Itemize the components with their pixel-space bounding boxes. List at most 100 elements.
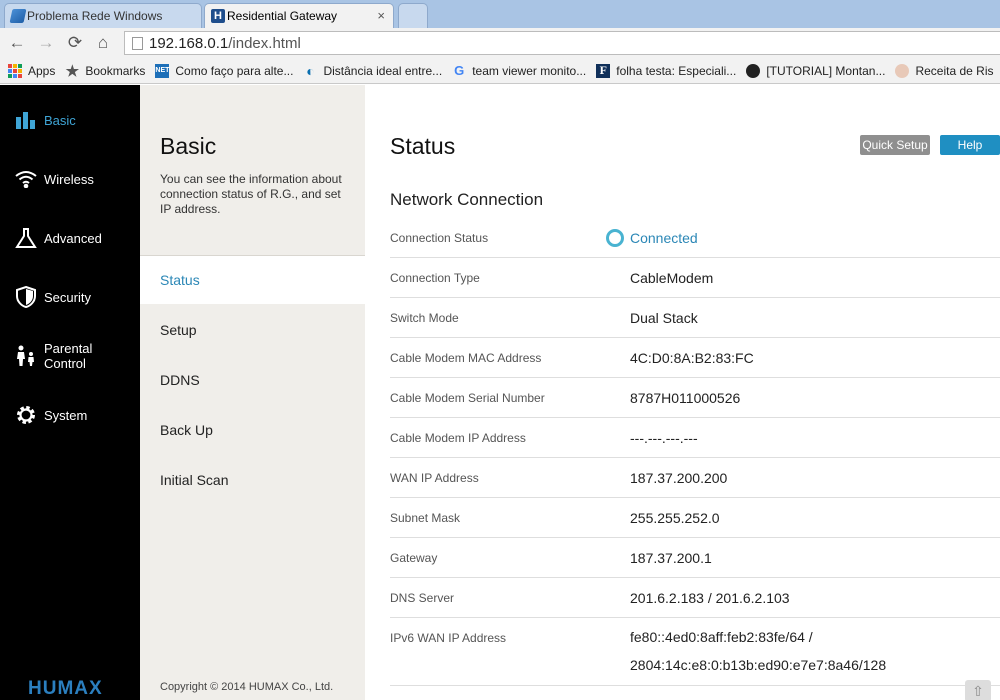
subnav-item-ddns[interactable]: DDNS	[140, 356, 365, 404]
status-ring-icon	[606, 229, 624, 247]
sidebar-item-basic[interactable]: Basic	[0, 98, 140, 142]
ipv6-value-line: 2804:14c:e8:0:b13b:ed90:e7e7:8a46/128	[630, 657, 887, 673]
subnav-item-back-up[interactable]: Back Up	[140, 406, 365, 454]
folha-favicon-icon: F	[596, 63, 611, 78]
wifi-icon	[14, 167, 38, 191]
home-icon[interactable]: ⌂	[93, 33, 113, 53]
bookmark-label: Apps	[28, 63, 56, 78]
table-row: Connection Status Connected	[390, 218, 1000, 258]
sidebar-item-label: Wireless	[44, 171, 94, 187]
bookmark-label: team viewer monito...	[472, 63, 587, 78]
browser-tab-strip: Problema Rede Windows H Residential Gate…	[0, 0, 1000, 28]
page-title: Status	[390, 133, 456, 159]
back-arrow-icon[interactable]: ←	[7, 33, 27, 53]
bookmark-bookmarks[interactable]: ★ Bookmarks	[65, 62, 146, 80]
sidebar-item-security[interactable]: Security	[0, 275, 140, 319]
row-value: 255.255.252.0	[630, 510, 720, 526]
quick-setup-button[interactable]: Quick Setup	[860, 135, 930, 155]
bookmarks-bar: Apps ★ Bookmarks NET Como faço para alte…	[0, 58, 1000, 84]
row-label: WAN IP Address	[390, 471, 479, 485]
row-label: Connection Status	[390, 231, 489, 245]
tutorial-favicon-icon	[746, 63, 761, 78]
tab-title: Residential Gateway	[227, 9, 338, 23]
row-value: 187.37.200.1	[630, 550, 712, 566]
row-label: Cable Modem Serial Number	[390, 391, 545, 405]
row-label: IPv6 WAN IP Address	[390, 631, 507, 645]
subnav-header: Basic You can see the information about …	[140, 85, 365, 255]
address-bar: ← → ⟳ ⌂ 192.168.0.1/index.html	[0, 28, 1000, 58]
bookmark-folha[interactable]: F folha testa: Especiali...	[596, 63, 737, 78]
gear-icon	[14, 403, 38, 427]
bookmark-apps[interactable]: Apps	[8, 63, 56, 78]
row-value: ---.---.---.---	[630, 430, 698, 446]
apps-grid-icon	[8, 63, 22, 78]
sidebar-item-label: Basic	[44, 112, 76, 128]
forward-arrow-icon[interactable]: →	[36, 33, 56, 53]
bookmark-label: Como faço para alte...	[175, 63, 294, 78]
table-row: Cable Modem IP Address ---.---.---.---	[390, 418, 1000, 458]
sub-navigation: Basic You can see the information about …	[140, 85, 365, 700]
row-label: Subnet Mask	[390, 511, 461, 525]
sidebar-item-label: Parental Control	[44, 341, 93, 371]
row-value: Dual Stack	[630, 310, 698, 326]
tab-residential-gateway[interactable]: H Residential Gateway ×	[204, 3, 394, 28]
row-value: 201.6.2.183 / 201.6.2.103	[630, 590, 790, 606]
ipv6-value-line: fe80::4ed0:8aff:feb2:83fe/64 /	[630, 629, 813, 645]
page-icon	[132, 37, 143, 50]
new-tab-button[interactable]	[398, 3, 428, 28]
section-title: Network Connection	[390, 190, 544, 209]
sidebar-item-wireless[interactable]: Wireless	[0, 157, 140, 201]
table-row: IPv6 WAN IP Address fe80::4ed0:8aff:feb2…	[390, 618, 1000, 686]
sidebar-item-advanced[interactable]: Advanced	[0, 216, 140, 260]
bookmark-label: Receita de Ris	[915, 63, 994, 78]
bookmark-receita[interactable]: Receita de Ris	[895, 63, 994, 78]
reload-icon[interactable]: ⟳	[65, 33, 85, 53]
google-icon: G	[454, 63, 465, 78]
row-label: Gateway	[390, 551, 438, 565]
family-icon	[14, 344, 38, 368]
sidebar-item-label: Security	[44, 289, 91, 305]
humax-logo: HUMAX	[28, 678, 103, 699]
sidebar-item-system[interactable]: System	[0, 393, 140, 437]
connection-status-value: Connected	[606, 229, 698, 247]
copyright-text: Copyright © 2014 HUMAX Co., Ltd.	[160, 681, 334, 693]
table-row: WAN IP Address 187.37.200.200	[390, 458, 1000, 498]
table-row: Cable Modem MAC Address 4C:D0:8A:B2:83:F…	[390, 338, 1000, 378]
main-sidebar: Basic Wireless Advanced Security Parenta…	[0, 85, 140, 700]
net-favicon-icon: NET	[155, 63, 170, 78]
bookmark-label: folha testa: Especiali...	[616, 63, 737, 78]
url-input[interactable]: 192.168.0.1/index.html	[124, 31, 1000, 55]
table-row: Gateway 187.37.200.1	[390, 538, 1000, 578]
scroll-to-top-button[interactable]: ⇧	[965, 680, 991, 700]
star-icon: ★	[65, 62, 80, 80]
close-tab-icon[interactable]: ×	[377, 8, 385, 23]
subnav-title: Basic	[160, 133, 217, 159]
bar-chart-icon	[14, 108, 38, 132]
help-button[interactable]: Help	[940, 135, 1000, 155]
row-value: CableModem	[630, 270, 714, 286]
windows-favicon-icon	[9, 9, 27, 23]
tab-problema-rede[interactable]: Problema Rede Windows	[4, 3, 202, 28]
row-label: Cable Modem MAC Address	[390, 351, 542, 365]
sidebar-item-parental-control[interactable]: Parental Control	[0, 334, 140, 378]
tab-title: Problema Rede Windows	[27, 9, 163, 23]
table-row: DNS Server 201.6.2.183 / 201.6.2.103	[390, 578, 1000, 618]
url-path: /index.html	[228, 34, 301, 52]
subnav-item-setup[interactable]: Setup	[140, 306, 365, 354]
subnav-item-initial-scan[interactable]: Initial Scan	[140, 456, 365, 504]
bookmark-distancia[interactable]: ◐ Distância ideal entre...	[303, 63, 442, 79]
table-row: Switch Mode Dual Stack	[390, 298, 1000, 338]
bookmark-tutorial[interactable]: [TUTORIAL] Montan...	[746, 63, 885, 78]
row-label: Connection Type	[390, 271, 480, 285]
humax-favicon-icon: H	[211, 9, 225, 23]
bookmark-teamviewer[interactable]: G team viewer monito...	[452, 63, 587, 78]
row-value: 4C:D0:8A:B2:83:FC	[630, 350, 754, 366]
bookmark-net[interactable]: NET Como faço para alte...	[155, 63, 294, 78]
status-text: Connected	[630, 230, 698, 246]
row-value: fe80::4ed0:8aff:feb2:83fe/64 / 2804:14c:…	[630, 623, 886, 679]
recipe-favicon-icon	[895, 63, 910, 78]
subnav-item-status[interactable]: Status	[140, 256, 365, 304]
network-connection-table: Connection Status Connected Connection T…	[390, 218, 1000, 686]
shield-icon	[14, 285, 38, 309]
main-content: Status Quick Setup Help Network Connecti…	[365, 85, 1000, 700]
